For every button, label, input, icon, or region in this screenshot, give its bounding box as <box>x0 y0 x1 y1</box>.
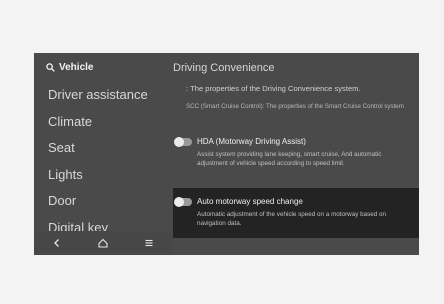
infotainment-screen: Vehicle Driver assistance Climate Seat L… <box>34 53 419 255</box>
hda-toggle[interactable] <box>174 137 192 147</box>
sidebar-item-lights[interactable]: Lights <box>48 167 83 182</box>
page-title: Driving Convenience <box>173 62 275 74</box>
home-icon <box>98 238 108 248</box>
back-button[interactable] <box>47 233 67 253</box>
search-icon <box>46 63 55 72</box>
menu-button[interactable] <box>139 233 159 253</box>
sidebar-item-climate[interactable]: Climate <box>48 114 92 129</box>
back-icon <box>54 239 59 247</box>
search-vehicle[interactable]: Vehicle <box>46 62 93 73</box>
menu-icon <box>145 239 153 247</box>
toggle-knob <box>174 137 184 147</box>
sidebar-item-door[interactable]: Door <box>48 193 76 208</box>
hda-option-description: Assist system providing lane keeping, sm… <box>197 151 382 167</box>
settings-content: Driving Convenience : The properties of … <box>173 53 419 255</box>
search-label: Vehicle <box>59 62 94 73</box>
sidebar-item-driver-assistance[interactable]: Driver assistance <box>48 87 148 102</box>
hda-option-title[interactable]: HDA (Motorway Driving Assist) <box>197 137 306 146</box>
scc-note: SCC (Smart Cruise Control): The properti… <box>186 103 404 110</box>
auto-speed-change-description: Automatic adjustment of the vehicle spee… <box>197 211 387 227</box>
sidebar-item-seat[interactable]: Seat <box>48 140 75 155</box>
home-button[interactable] <box>93 233 113 253</box>
section-description: : The properties of the Driving Convenie… <box>186 84 361 93</box>
auto-speed-change-toggle[interactable] <box>174 197 192 207</box>
auto-speed-change-title[interactable]: Auto motorway speed change <box>197 197 303 206</box>
sidebar: Vehicle Driver assistance Climate Seat L… <box>34 53 172 255</box>
bottom-nav-bar <box>34 231 172 255</box>
toggle-knob <box>174 197 184 207</box>
